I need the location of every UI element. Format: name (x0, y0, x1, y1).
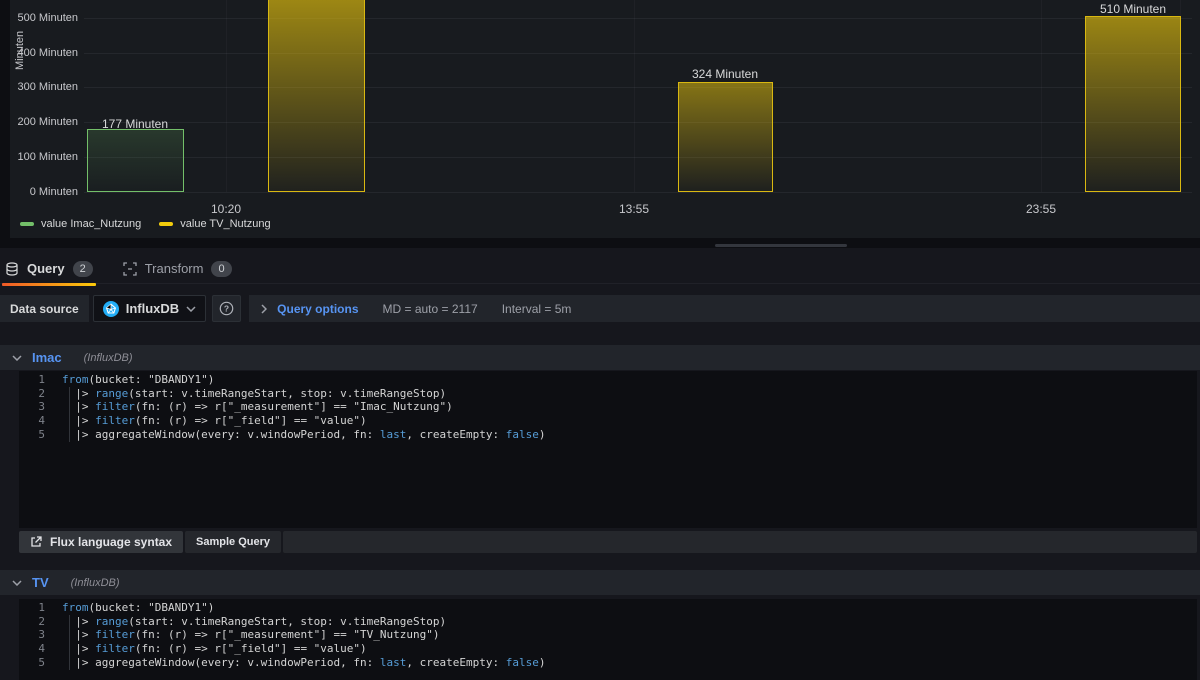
database-icon (5, 262, 19, 276)
legend-label: value Imac_Nutzung (41, 218, 141, 230)
datasource-help-button[interactable]: ? (212, 295, 241, 322)
interval-text: Interval = 5m (502, 302, 572, 316)
datasource-row: Data source InfluxDB ? (0, 295, 1200, 322)
query-row-header-imac[interactable]: Imac (InfluxDB) (0, 345, 1200, 370)
svg-text:?: ? (224, 304, 229, 314)
flux-query-editor-tv[interactable]: 12345 from(bucket: "DBANDY1") |> range(s… (19, 599, 1197, 680)
line-numbers: 12345 (19, 601, 45, 670)
datasource-picker[interactable]: InfluxDB (93, 295, 206, 322)
legend-swatch-yellow (159, 222, 173, 226)
transform-icon (123, 262, 137, 276)
bar-value-label: 177 Minuten (102, 117, 168, 131)
gridline (84, 122, 1192, 123)
panel-editor-bottom-pane: Query 2 Transform 0 Data source (0, 248, 1200, 680)
indent-guide (69, 615, 70, 670)
query-name: TV (32, 575, 49, 590)
y-tick: 500 Minuten (10, 12, 78, 24)
bar-value-label: 324 Minuten (692, 67, 758, 81)
tab-query-label: Query (27, 261, 65, 276)
bar-tv-1020-clipped[interactable] (268, 0, 365, 192)
influxdb-logo-icon (103, 301, 119, 317)
sample-query-button[interactable]: Sample Query (185, 531, 281, 553)
query-options-toggle[interactable]: Query options MD = auto = 2117 Interval … (249, 295, 1200, 322)
gridline (84, 53, 1192, 54)
query-footer-row: Flux language syntax Sample Query (19, 531, 1197, 553)
gridline (1041, 0, 1042, 192)
bar-tv-2355[interactable] (1085, 16, 1181, 192)
flux-syntax-button[interactable]: Flux language syntax (19, 531, 183, 553)
horizontal-scrollbar[interactable] (715, 244, 847, 247)
query-count-badge: 2 (73, 261, 93, 277)
tab-transform[interactable]: Transform 0 (123, 254, 232, 284)
gridline (84, 87, 1192, 88)
query-datasource: (InfluxDB) (71, 577, 120, 589)
legend-label: value TV_Nutzung (180, 218, 270, 230)
legend: value Imac_Nutzung value TV_Nutzung (20, 218, 271, 230)
footer-strip (283, 531, 1197, 553)
x-tick: 23:55 (1026, 202, 1056, 216)
query-datasource: (InfluxDB) (84, 352, 133, 364)
gridline (84, 157, 1192, 158)
x-tick: 13:55 (619, 202, 649, 216)
y-tick: 300 Minuten (10, 81, 78, 93)
max-data-points-text: MD = auto = 2117 (383, 302, 478, 316)
chevron-down-icon (186, 306, 196, 312)
y-tick: 0 Minuten (10, 186, 78, 198)
chevron-right-icon (261, 304, 267, 314)
y-tick: 100 Minuten (10, 151, 78, 163)
query-options-label: Query options (277, 302, 358, 316)
active-tab-indicator (2, 283, 96, 286)
question-circle-icon: ? (219, 301, 234, 316)
chevron-down-icon (12, 355, 22, 361)
query-row-header-tv[interactable]: TV (InfluxDB) (0, 570, 1200, 595)
editor-tabs: Query 2 Transform 0 (0, 254, 1200, 284)
x-tick: 10:20 (211, 202, 241, 216)
query-name: Imac (32, 350, 62, 365)
y-tick: 200 Minuten (10, 116, 78, 128)
datasource-selected: InfluxDB (126, 301, 179, 316)
bar-tv-1355[interactable] (678, 82, 773, 192)
flux-syntax-label: Flux language syntax (50, 535, 172, 549)
y-tick: 400 Minuten (10, 47, 78, 59)
gridline (84, 18, 1192, 19)
flux-query-editor-imac[interactable]: 12345 from(bucket: "DBANDY1") |> range(s… (19, 371, 1197, 528)
transform-count-badge: 0 (211, 261, 231, 277)
gridline (226, 0, 227, 192)
gridline (634, 0, 635, 192)
external-link-icon (30, 536, 42, 548)
datasource-label: Data source (0, 295, 89, 322)
indent-guide (69, 387, 70, 442)
legend-item-tv[interactable]: value TV_Nutzung (159, 218, 270, 230)
tab-query[interactable]: Query 2 (5, 254, 93, 284)
legend-swatch-green (20, 222, 34, 226)
sample-query-label: Sample Query (196, 536, 270, 548)
legend-item-imac[interactable]: value Imac_Nutzung (20, 218, 141, 230)
code-lines: from(bucket: "DBANDY1") |> range(start: … (62, 373, 1197, 442)
bar-imac-1020[interactable] (87, 129, 184, 192)
line-numbers: 12345 (19, 373, 45, 442)
bar-value-label: 510 Minuten (1100, 2, 1166, 16)
tab-transform-label: Transform (145, 261, 204, 276)
chevron-down-icon (12, 580, 22, 586)
time-series-panel: Minuten 500 Minuten 400 Minuten 300 Minu… (10, 0, 1200, 238)
code-lines: from(bucket: "DBANDY1") |> range(start: … (62, 601, 1197, 670)
gridline (84, 192, 1192, 193)
